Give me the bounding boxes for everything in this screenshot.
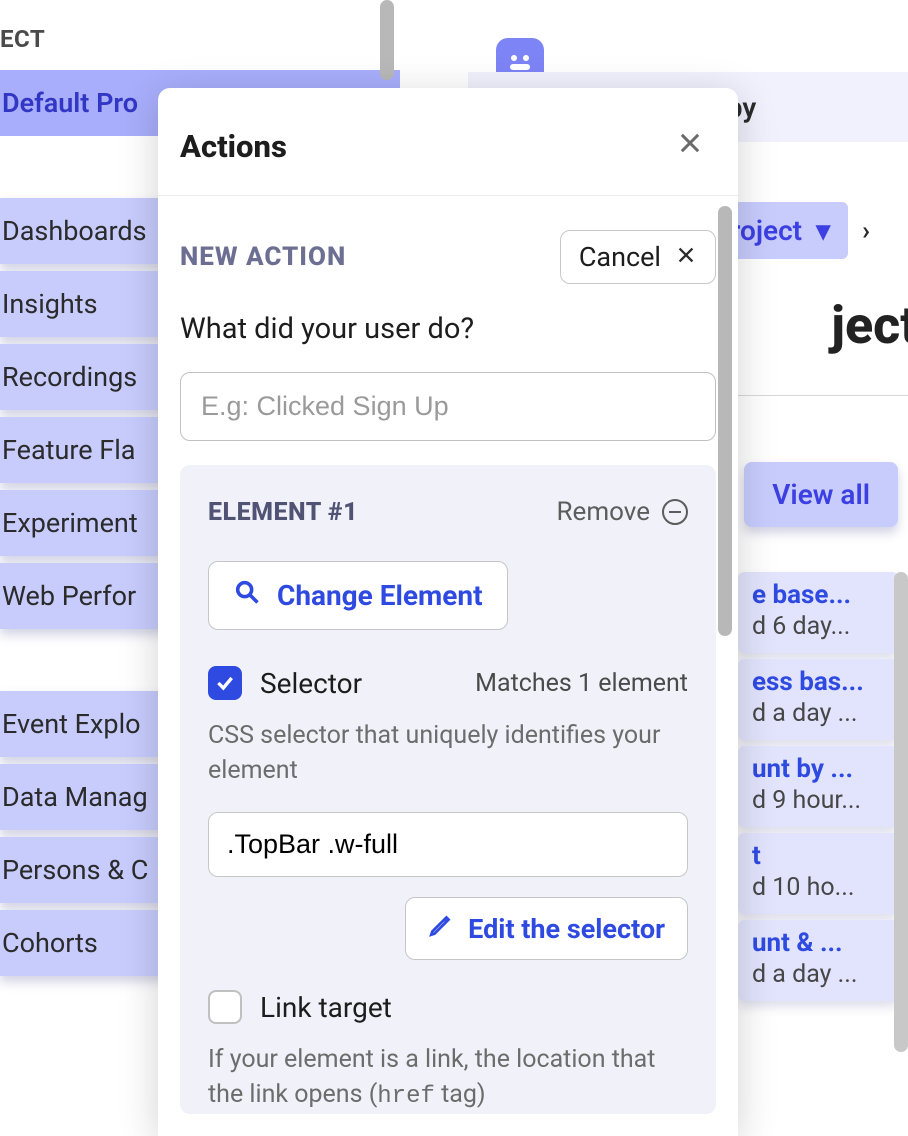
selector-field-label: Selector xyxy=(260,667,362,700)
selector-help-text: CSS selector that uniquely identifies yo… xyxy=(208,718,688,788)
edit-selector-button[interactable]: Edit the selector xyxy=(405,897,688,960)
search-icon xyxy=(233,578,261,613)
link-target-help-text: If your element is a link, the location … xyxy=(208,1042,688,1114)
dashboard-card[interactable]: ess bas... d a day ... xyxy=(738,659,898,740)
element-panel: ELEMENT #1 Remove Change Element Selecto… xyxy=(180,465,716,1114)
link-target-checkbox[interactable] xyxy=(208,990,242,1024)
modal-scrollbar[interactable] xyxy=(718,206,732,636)
dashboard-card[interactable]: t d 10 ho... xyxy=(738,833,898,914)
sidebar-scrollbar[interactable] xyxy=(380,0,394,80)
dashboard-card[interactable]: e base... d 6 day... xyxy=(738,572,898,653)
page-title: ject xyxy=(831,295,908,356)
action-name-prompt: What did your user do? xyxy=(180,312,716,346)
modal-header: Actions xyxy=(158,88,738,196)
dashboard-card-list: e base... d 6 day... ess bas... d a day … xyxy=(738,572,898,1007)
sidebar-section-heading: ECT xyxy=(0,0,400,63)
remove-element-button[interactable]: Remove xyxy=(557,497,688,527)
change-element-button[interactable]: Change Element xyxy=(208,561,508,630)
close-button[interactable] xyxy=(676,129,704,164)
action-name-input[interactable] xyxy=(180,372,716,441)
minus-circle-icon xyxy=(662,499,688,525)
dashboard-card[interactable]: unt by ... d 9 hour... xyxy=(738,746,898,827)
link-target-field-label: Link target xyxy=(260,991,392,1024)
card-list-scrollbar[interactable] xyxy=(894,572,908,1052)
close-icon xyxy=(675,241,697,273)
selector-checkbox[interactable] xyxy=(208,666,242,700)
selector-match-count: Matches 1 element xyxy=(475,669,688,698)
new-action-label: NEW ACTION xyxy=(180,242,346,272)
modal-title: Actions xyxy=(180,128,287,165)
cancel-button[interactable]: Cancel xyxy=(560,230,716,284)
selector-input[interactable] xyxy=(208,812,688,877)
actions-modal: Actions NEW ACTION Cancel What did your … xyxy=(158,88,738,1136)
view-all-button[interactable]: View all xyxy=(744,462,898,527)
element-title: ELEMENT #1 xyxy=(208,498,358,527)
dashboard-card[interactable]: unt & ... d a day ... xyxy=(738,920,898,1001)
chevron-right-icon: › xyxy=(862,216,870,246)
chevron-down-icon: ▾ xyxy=(816,214,830,247)
pencil-icon xyxy=(428,912,454,945)
